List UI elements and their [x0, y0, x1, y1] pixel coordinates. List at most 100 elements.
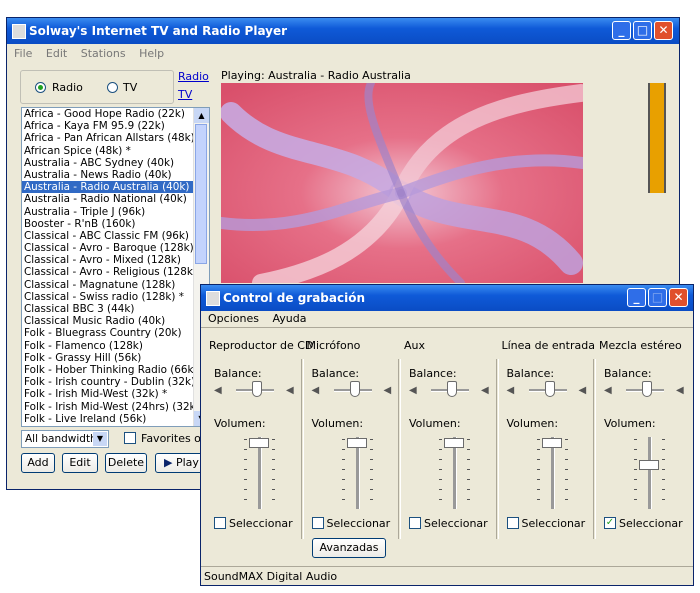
scroll-thumb[interactable]	[195, 124, 207, 264]
balance-label: Balance:	[214, 367, 262, 380]
station-list-item[interactable]: Classical - Avro - Baroque (128k) *	[22, 242, 202, 254]
volume-slider[interactable]	[541, 438, 562, 449]
channel-separator	[593, 359, 596, 539]
station-list-item[interactable]: Australia - Radio National (40k)	[22, 193, 193, 205]
station-list-item[interactable]: Classical - Avro - Religious (128k) *	[22, 266, 205, 278]
station-list-item[interactable]: Folk - Irish Mid-West (32k) *	[22, 388, 193, 400]
station-list-item[interactable]: Classical BBC 3 (44k)	[22, 303, 193, 315]
select-checkbox[interactable]	[311, 517, 324, 529]
volume-ticks-left	[634, 439, 637, 509]
station-list-item[interactable]: Australia - News Radio (40k)	[22, 169, 193, 181]
recording-titlebar[interactable]: Control de grabación _ □ ✕	[201, 285, 693, 311]
station-list-item[interactable]: Folk - Irish country - Dublin (32k)	[22, 376, 195, 388]
advanced-button[interactable]: Avanzadas	[312, 538, 386, 558]
station-list-item[interactable]: Classical - Swiss radio (128k) *	[22, 291, 193, 303]
status-bar: SoundMAX Digital Audio	[201, 566, 693, 585]
tv-link[interactable]: TV	[178, 88, 192, 101]
select-checkbox[interactable]: ✓	[604, 517, 616, 529]
station-list-item[interactable]: Africa - Kaya FM 95.9 (22k)	[22, 120, 193, 132]
close-button[interactable]: ✕	[654, 21, 673, 40]
balance-slider[interactable]	[349, 381, 360, 397]
select-checkbox[interactable]	[214, 517, 226, 529]
station-list-item[interactable]: Classical - ABC Classic FM (96k)	[22, 230, 193, 242]
station-list-item[interactable]: Classical Music Radio (40k)	[22, 315, 193, 327]
station-list-item[interactable]: Australia - Triple J (96k)	[22, 206, 193, 218]
volume-slider[interactable]	[444, 438, 464, 449]
bandwidth-value: All bandwidth	[25, 433, 97, 445]
speaker-right-icon: ◀	[481, 385, 489, 396]
add-button[interactable]: Add	[21, 453, 55, 473]
channel-name: Aux	[404, 339, 426, 352]
select-checkbox[interactable]	[506, 517, 519, 529]
radio-mode-option[interactable]	[35, 82, 46, 93]
balance-slider[interactable]	[252, 381, 262, 397]
station-list-item[interactable]: Booster - R'nB (160k)	[22, 218, 193, 230]
chevron-down-icon[interactable]: ▼	[93, 432, 107, 446]
channel-strip: Reproductor de CD Balance: ◀ ◀ Volumen: Selec…	[206, 329, 313, 579]
station-list-item[interactable]: African Spice (48k) *	[22, 145, 193, 157]
play-icon: ▶	[164, 456, 173, 469]
balance-slider[interactable]	[544, 381, 555, 397]
menu-file[interactable]: File	[14, 47, 32, 60]
rec-minimize-button[interactable]: _	[627, 288, 646, 307]
channel-separator	[495, 359, 499, 539]
balance-slider[interactable]	[642, 381, 652, 397]
volume-ticks-left	[244, 439, 247, 509]
station-list-item[interactable]: Folk - Bluegrass Country (20k)	[22, 327, 193, 339]
menu-edit[interactable]: Edit	[46, 47, 67, 60]
menu-opciones[interactable]: Opciones	[208, 312, 259, 325]
delete-button[interactable]: Delete	[105, 453, 147, 473]
speaker-left-icon: ◀	[214, 385, 222, 396]
scroll-up-arrow[interactable]: ▲	[194, 108, 209, 123]
station-list-item[interactable]: Australia - ABC Sydney (40k)	[22, 157, 193, 169]
minimize-button[interactable]: _	[612, 21, 631, 40]
mixer-icon	[206, 291, 220, 306]
volume-ticks-right	[467, 439, 470, 509]
recording-menubar: Opciones Ayuda	[208, 312, 316, 325]
volume-slider[interactable]	[639, 459, 659, 470]
station-list-item[interactable]: Africa - Good Hope Radio (22k)	[22, 108, 193, 120]
rec-maximize-button[interactable]: □	[648, 288, 667, 307]
select-label: Seleccionar	[229, 517, 293, 530]
balance-slider[interactable]	[447, 381, 457, 397]
select-label: Seleccionar	[521, 517, 586, 530]
tv-mode-option[interactable]	[107, 82, 118, 93]
menu-stations[interactable]: Stations	[81, 47, 126, 60]
volume-slider[interactable]	[346, 438, 367, 449]
radio-link[interactable]: Radio	[178, 70, 209, 83]
balance-label: Balance:	[409, 367, 457, 380]
station-list-item[interactable]: Folk - Hober Thinking Radio (66k)	[22, 364, 198, 376]
station-list-item[interactable]: Folk - Live Ireland (56k)	[22, 413, 193, 425]
now-playing-text: Playing: Australia - Radio Australia	[221, 69, 411, 82]
station-list-item[interactable]: Folk - Irish Mid-West (24hrs) (32k) *	[22, 401, 208, 413]
volume-ticks-right	[662, 439, 665, 509]
status-text: SoundMAX Digital Audio	[204, 570, 338, 583]
channel-name: Micrófono	[306, 339, 361, 352]
speaker-right-icon: ◀	[383, 385, 392, 396]
station-list[interactable]: Africa - Good Hope Radio (22k) Africa - K…	[21, 107, 210, 427]
speaker-left-icon: ◀	[409, 385, 417, 396]
bandwidth-select[interactable]: All bandwidth ▼	[21, 430, 109, 448]
tv-mode-label: TV	[123, 81, 138, 94]
menu-ayuda[interactable]: Ayuda	[272, 312, 306, 325]
channel-strip-container: Reproductor de CD Balance: ◀ ◀ Volumen: Selec…	[201, 329, 693, 569]
station-list-item[interactable]: Africa - Pan African Allstars (48k) *	[22, 132, 203, 144]
station-list-item[interactable]: Australia - Radio Australia (40k)	[22, 181, 193, 194]
level-meter	[648, 83, 666, 193]
station-list-item[interactable]: Folk - Grassy Hill (56k)	[22, 352, 193, 364]
rec-close-button[interactable]: ✕	[669, 288, 688, 307]
menu-help[interactable]: Help	[139, 47, 164, 60]
favorites-checkbox[interactable]	[124, 432, 136, 444]
select-checkbox[interactable]	[409, 517, 421, 529]
station-list-item[interactable]: Folk - Flamenco (128k)	[22, 340, 193, 352]
player-titlebar[interactable]: Solway's Internet TV and Radio Player _ …	[7, 18, 679, 44]
station-list-item[interactable]: Classical - Magnatune (128k)	[22, 279, 193, 291]
volume-ticks-right	[272, 439, 275, 509]
station-list-item[interactable]: Classical - Avro - Mixed (128k)	[22, 254, 193, 266]
volume-label: Volumen:	[506, 417, 559, 430]
edit-button[interactable]: Edit	[62, 453, 98, 473]
speaker-left-icon: ◀	[311, 385, 320, 396]
maximize-button[interactable]: □	[633, 21, 652, 40]
volume-label: Volumen:	[311, 417, 364, 430]
volume-slider[interactable]	[249, 438, 269, 449]
